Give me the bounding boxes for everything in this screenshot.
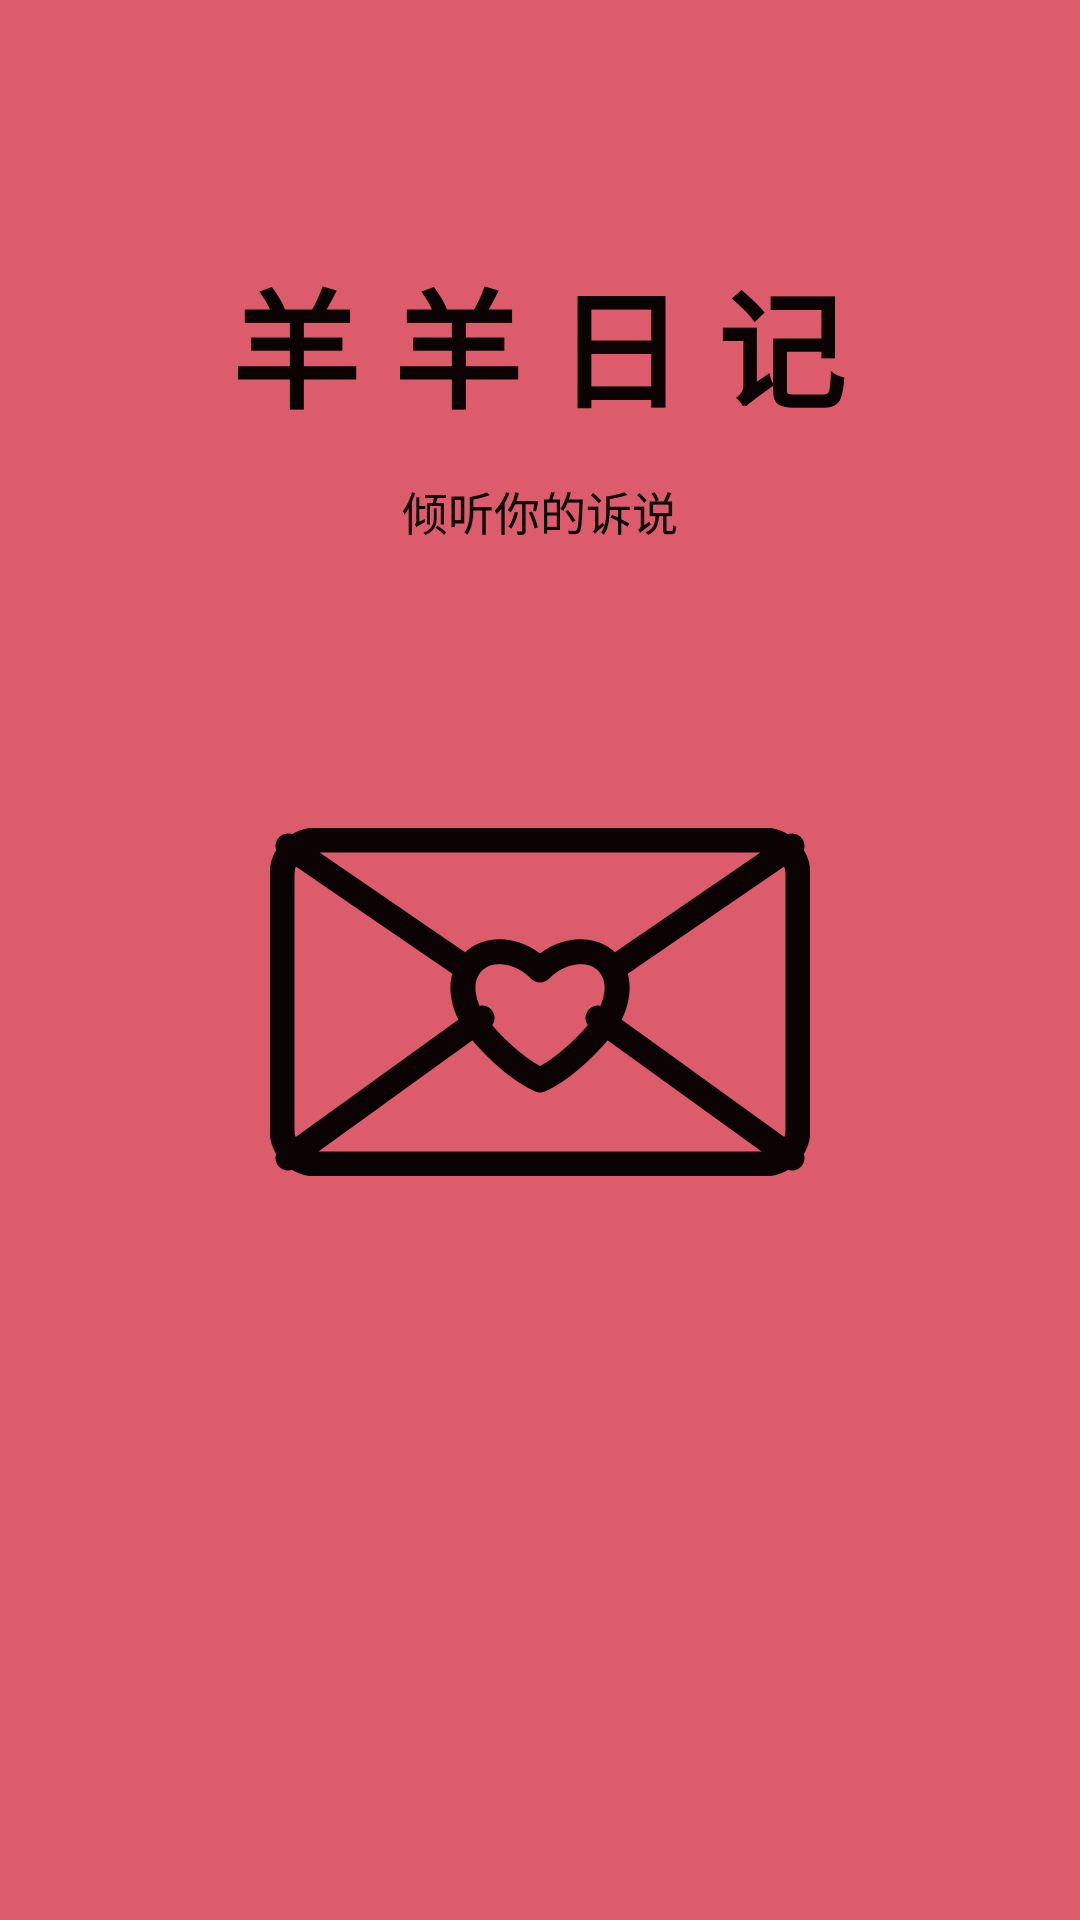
- envelope-heart-icon: [270, 828, 810, 1176]
- app-subtitle: 倾听你的诉说: [402, 488, 678, 542]
- splash-screen: 羊羊日记 倾听你的诉说: [0, 0, 1080, 1920]
- app-title: 羊羊日记: [232, 279, 881, 428]
